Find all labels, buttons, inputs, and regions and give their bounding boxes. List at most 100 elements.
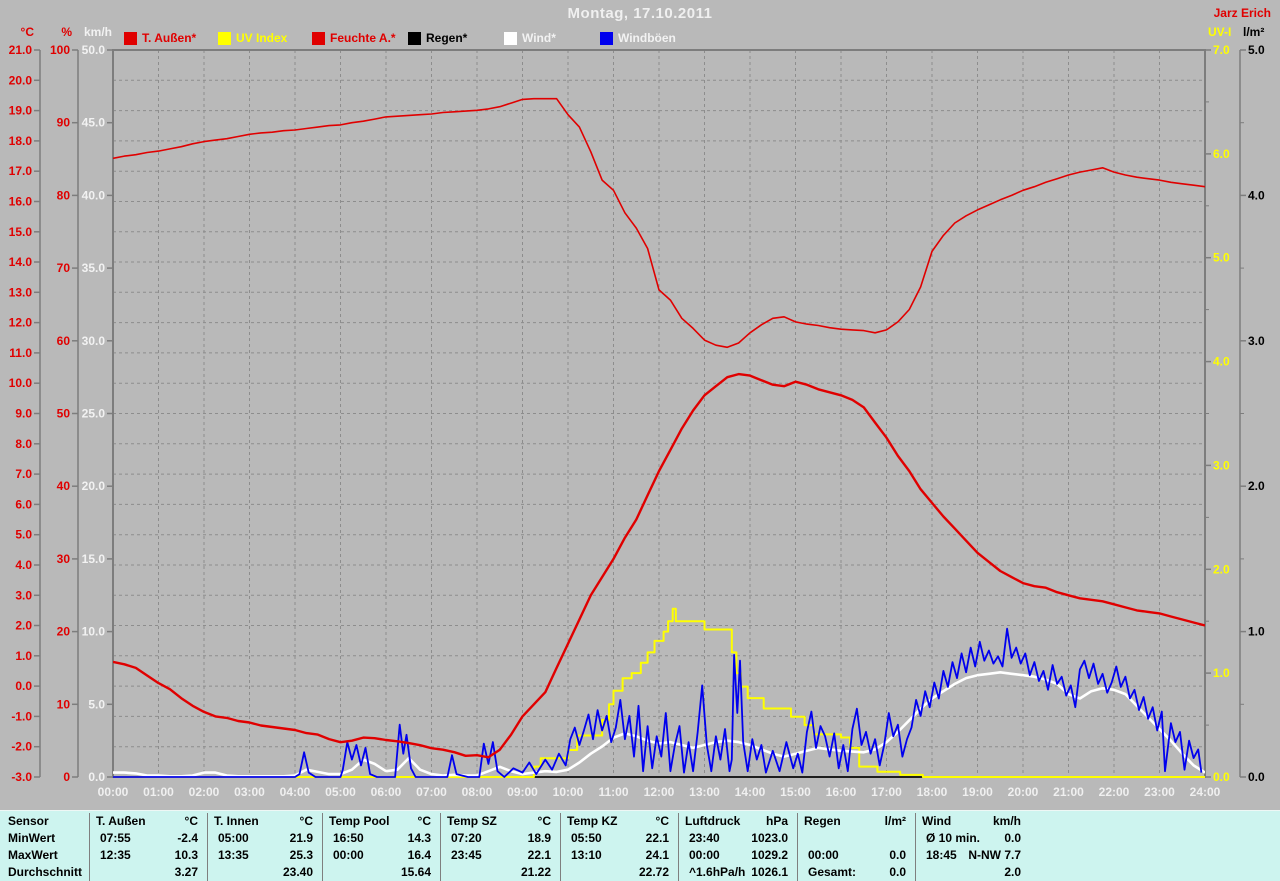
x-axis-label: 03:00 [234,785,265,799]
table-row-label-0: Sensor [8,814,49,828]
table-max-3-label: 23:45 [451,848,482,862]
table-avg-3: 21.22 [441,864,560,881]
table-header-2: Temp Pool °C [323,813,440,830]
axis-tick-label: 5.0 [1213,251,1230,265]
axis-tick-label: -2.0 [11,740,32,754]
table-min-0: 07:55 -2.4 [90,830,207,847]
legend-item-0: T. Außen* [124,31,196,45]
x-axis-label: 13:00 [689,785,720,799]
table-max-2-label: 00:00 [333,848,364,862]
table-avg-2-label [323,864,333,881]
table-max-6-value: 0.0 [889,848,906,862]
table-header-5-value: hPa [765,814,788,828]
table-max-1: 13:35 25.3 [208,847,322,864]
axis-tick-label: 16.0 [9,195,33,209]
axis-tick-label: 0.0 [1248,770,1265,784]
legend-item-1: UV Index [218,31,287,45]
legend-item-4: Wind* [504,31,556,45]
table-max-4-value: 24.1 [645,848,669,862]
table-max-5: 00:00 1029.2 [679,847,797,864]
table-min-3: 07:20 18.9 [441,830,560,847]
table-max-1-value: 25.3 [289,848,313,862]
table-header-3-label: Temp SZ [447,814,497,828]
unit-label-uv: UV-I [1208,25,1232,39]
table-min-3-value: 18.9 [527,831,551,845]
unit-label-percent: % [61,25,72,39]
table-min-0-label: 07:55 [100,831,131,845]
axis-tick-label: 5.0 [88,697,105,711]
table-column-7: Wind km/h Ø 10 min. 0.0 18:45 N-NW 7.7 2.0 [915,813,1030,881]
axis-tick-label: 8.0 [15,437,32,451]
axis-tick-label: 6.0 [15,497,32,511]
table-max-3-value: 22.1 [527,848,551,862]
series-wind-line [113,671,1205,778]
table-min-6 [798,830,915,847]
table-header-4: Temp KZ °C [561,813,678,830]
axis-tick-label: 30.0 [82,334,106,348]
legend-label: Windböen [618,31,676,45]
legend-item-5: Windböen [600,31,676,45]
axis-tick-label: 20.0 [82,479,106,493]
axis-tick-label: 12.0 [9,316,33,330]
legend-item-2: Feuchte A.* [312,31,396,45]
axis-tick-label: 7.0 [1213,43,1230,57]
axis-tick-label: 2.0 [15,619,32,633]
table-header-0: T. Außen °C [90,813,207,830]
legend-swatch [312,31,325,45]
table-column-2: Temp Pool °C 16:50 14.3 00:00 16.4 15.64 [322,813,440,881]
x-axis-label: 07:00 [416,785,447,799]
table-min-2: 16:50 14.3 [323,830,440,847]
table-row-label-1: MinWert [8,831,56,845]
axis-tick-label: 4.0 [1213,355,1230,369]
axis-tick-label: 11.0 [9,346,32,360]
table-header-4-value: °C [655,814,669,828]
table-avg-5-value: 1026.1 [751,865,788,879]
axis-tick-label: 6.0 [1213,147,1230,161]
legend-label: Wind* [522,31,556,45]
axis-tick-label: 2.0 [1248,479,1265,493]
axis-tick-label: 5.0 [1248,43,1265,57]
axis-tick-label: 45.0 [82,116,106,130]
table-max-7-label: 18:45 [926,848,957,862]
axis-tick-label: 0 [63,770,70,784]
axis-tick-label: 14.0 [9,255,33,269]
axis-tick-label: -3.0 [11,770,32,784]
axis-tick-label: 1.0 [1213,666,1230,680]
table-max-6: 00:00 0.0 [798,847,915,864]
table-column-5: Luftdruck hPa 23:40 1023.0 00:00 1029.2 ^1.6hP… [678,813,797,881]
table-column-sensor: Sensor MinWert MaxWert Durchschnitt [0,813,89,881]
x-axis-label: 08:00 [462,785,493,799]
table-column-6: Regen l/m² 00:00 0.0 Gesamt: 0.0 [797,813,915,881]
table-header-7-label: Wind [922,814,952,828]
axis-tick-label: 13.0 [9,285,33,299]
x-axis-label: 06:00 [371,785,402,799]
table-avg-0-label [90,864,100,881]
legend-swatch [124,31,137,45]
table-header-6-label: Regen [804,814,841,828]
table-header-3: Temp SZ °C [441,813,560,830]
legend-swatch [504,31,517,45]
table-min-2-value: 14.3 [407,831,431,845]
table-max-7: 18:45 N-NW 7.7 [916,847,1030,864]
x-axis-label: 23:00 [1144,785,1175,799]
table-avg-7-value: 2.0 [1004,865,1021,879]
table-row-label-2: MaxWert [8,848,58,862]
table-header-1-value: °C [299,814,313,828]
table-avg-2: 15.64 [323,864,440,881]
x-axis-label: 15:00 [780,785,811,799]
axis-tick-label: 30 [57,552,71,566]
axis-tick-label: 2.0 [1213,562,1230,576]
axis-tick-label: 18.0 [9,134,33,148]
axis-tick-label: 25.0 [82,407,106,421]
table-avg-1-value: 23.40 [282,865,313,879]
table-column-3: Temp SZ °C 07:20 18.9 23:45 22.1 21.22 [440,813,560,881]
chart-title: Montag, 17.10.2011 [567,5,713,22]
table-header-7-value: km/h [992,814,1021,828]
table-header-0-value: °C [184,814,198,828]
table-max-6-label: 00:00 [808,848,839,862]
axis-tick-label: 100 [50,43,70,57]
series-windboeen-line [113,627,1203,778]
axis-tick-label: 7.0 [15,467,32,481]
series-t_aussen-line [113,372,1205,759]
x-axis-label: 00:00 [98,785,129,799]
